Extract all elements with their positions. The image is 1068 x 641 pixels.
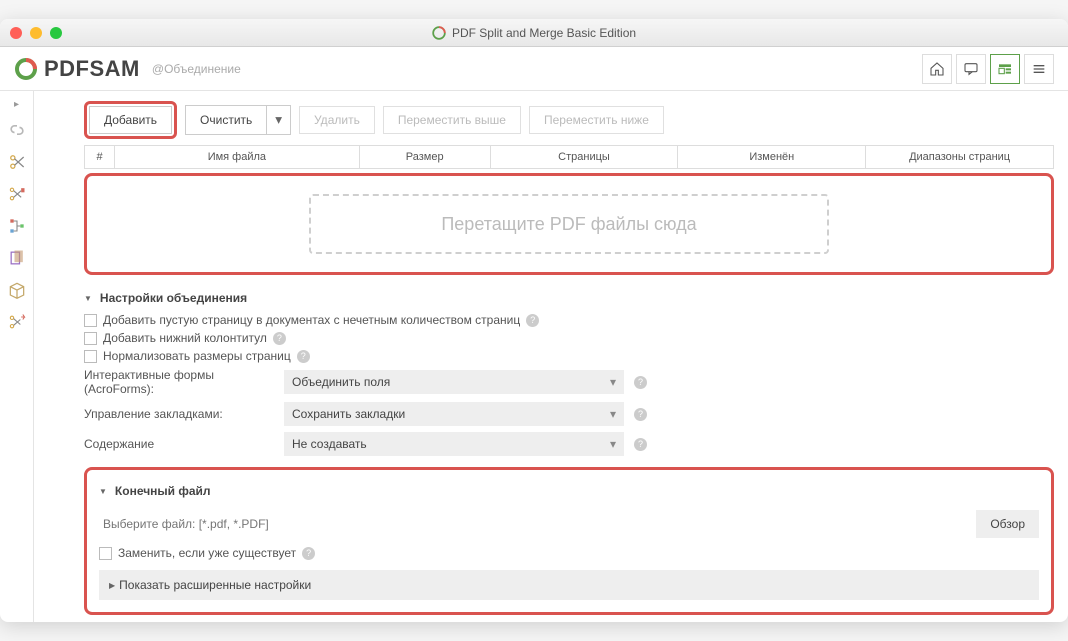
scissors-bookmark-icon — [7, 184, 27, 204]
scissors-icon — [7, 152, 27, 172]
toc-row: Содержание Не создавать ? — [84, 429, 1054, 459]
menu-icon — [1031, 61, 1047, 77]
highlight-add: Добавить — [84, 101, 177, 139]
pdfsam-logo-icon — [432, 26, 446, 40]
window: PDF Split and Merge Basic Edition PDFSAM… — [0, 19, 1068, 622]
chat-icon — [963, 61, 979, 77]
forms-row: Интерактивные формы (AcroForms): Объедин… — [84, 365, 1054, 399]
merge-settings-title: Настройки объединения — [100, 291, 247, 305]
body: ▸ Добавить Очистить ▾ Удалить Переместит… — [0, 91, 1068, 622]
clear-button[interactable]: Очистить — [185, 105, 267, 135]
clear-dropdown-button[interactable]: ▾ — [267, 105, 291, 135]
col-filename: Имя файла — [115, 146, 360, 168]
app-subtitle: @Объединение — [152, 62, 241, 76]
toc-label: Содержание — [84, 437, 274, 451]
overwrite-checkbox[interactable] — [99, 547, 112, 560]
bookmarks-label: Управление закладками: — [84, 407, 274, 421]
clear-button-group: Очистить ▾ — [185, 105, 291, 135]
help-icon[interactable]: ? — [634, 438, 647, 451]
browse-button[interactable]: Обзор — [976, 510, 1039, 538]
col-size: Размер — [360, 146, 491, 168]
advanced-label: Показать расширенные настройки — [119, 578, 311, 592]
highlight-output: Конечный файл Обзор Заменить, если уже с… — [84, 467, 1054, 615]
sidebar-item-split[interactable] — [3, 148, 31, 176]
output-title: Конечный файл — [115, 484, 211, 498]
normalize-row: Нормализовать размеры страниц ? — [84, 347, 1054, 365]
overwrite-row: Заменить, если уже существует ? — [99, 544, 1039, 562]
sidebar-item-extract[interactable] — [3, 244, 31, 272]
sidebar-item-rotate[interactable] — [3, 276, 31, 304]
drop-area-wrap: Перетащите PDF файлы сюда — [84, 173, 1054, 275]
menu-button[interactable] — [1024, 54, 1054, 84]
tree-icon — [7, 216, 27, 236]
overwrite-label: Заменить, если уже существует — [118, 546, 296, 560]
main-content: Добавить Очистить ▾ Удалить Переместить … — [34, 91, 1068, 622]
log-button[interactable] — [956, 54, 986, 84]
help-icon[interactable]: ? — [297, 350, 310, 363]
add-footer-row: Добавить нижний колонтитул ? — [84, 329, 1054, 347]
normalize-label: Нормализовать размеры страниц — [103, 349, 291, 363]
titlebar: PDF Split and Merge Basic Edition — [0, 19, 1068, 47]
help-icon[interactable]: ? — [634, 408, 647, 421]
pdfsam-logo-icon — [14, 57, 38, 81]
move-down-button: Переместить ниже — [529, 106, 664, 134]
col-ranges: Диапазоны страниц — [866, 146, 1053, 168]
box-icon — [7, 280, 27, 300]
help-icon[interactable]: ? — [634, 376, 647, 389]
highlight-dropzone: Перетащите PDF файлы сюда — [84, 173, 1054, 275]
col-modified: Изменён — [678, 146, 866, 168]
news-button[interactable] — [990, 54, 1020, 84]
merge-settings-header[interactable]: Настройки объединения — [84, 285, 1054, 311]
dropzone-label: Перетащите PDF файлы сюда — [441, 214, 696, 235]
col-number: # — [85, 146, 115, 168]
help-icon[interactable]: ? — [273, 332, 286, 345]
col-pages: Страницы — [491, 146, 679, 168]
extract-icon — [7, 248, 27, 268]
sidebar-expand-button[interactable]: ▸ — [10, 97, 23, 112]
add-blank-label: Добавить пустую страницу в документах с … — [103, 313, 520, 327]
chain-icon — [7, 120, 27, 140]
add-button[interactable]: Добавить — [89, 106, 172, 134]
add-blank-row: Добавить пустую страницу в документах с … — [84, 311, 1054, 329]
bookmarks-select[interactable]: Сохранить закладки — [284, 402, 624, 426]
bookmarks-row: Управление закладками: Сохранить закладк… — [84, 399, 1054, 429]
move-up-button: Переместить выше — [383, 106, 521, 134]
merge-settings-section: Настройки объединения Добавить пустую ст… — [84, 285, 1054, 459]
file-toolbar: Добавить Очистить ▾ Удалить Переместить … — [34, 91, 1068, 145]
bookmarks-value: Сохранить закладки — [292, 407, 405, 421]
add-footer-checkbox[interactable] — [84, 332, 97, 345]
scissors-arrow-icon — [7, 312, 27, 332]
normalize-checkbox[interactable] — [84, 350, 97, 363]
appbar: PDFSAM @Объединение — [0, 47, 1068, 91]
sidebar-item-split-bookmarks[interactable] — [3, 180, 31, 208]
window-title: PDF Split and Merge Basic Edition — [0, 26, 1068, 40]
app-name: PDFSAM — [44, 56, 140, 82]
output-header[interactable]: Конечный файл — [99, 478, 1039, 504]
home-icon — [929, 61, 945, 77]
output-file-input[interactable] — [99, 511, 968, 537]
file-table-header: # Имя файла Размер Страницы Изменён Диап… — [84, 145, 1054, 169]
logo: PDFSAM @Объединение — [14, 56, 241, 82]
forms-value: Объединить поля — [292, 375, 390, 389]
toc-value: Не создавать — [292, 437, 367, 451]
help-icon[interactable]: ? — [302, 547, 315, 560]
sidebar-item-alternate[interactable] — [3, 308, 31, 336]
output-file-row: Обзор — [99, 510, 1039, 538]
delete-button: Удалить — [299, 106, 375, 134]
forms-label: Интерактивные формы (AcroForms): — [84, 368, 274, 396]
forms-select[interactable]: Объединить поля — [284, 370, 624, 394]
dropzone[interactable]: Перетащите PDF файлы сюда — [309, 194, 829, 254]
home-button[interactable] — [922, 54, 952, 84]
help-icon[interactable]: ? — [526, 314, 539, 327]
news-icon — [997, 61, 1013, 77]
sidebar-item-split-size[interactable] — [3, 212, 31, 240]
add-footer-label: Добавить нижний колонтитул — [103, 331, 267, 345]
sidebar: ▸ — [0, 91, 34, 622]
sidebar-item-merge[interactable] — [3, 116, 31, 144]
advanced-settings-toggle[interactable]: Показать расширенные настройки — [99, 570, 1039, 600]
toc-select[interactable]: Не создавать — [284, 432, 624, 456]
add-blank-checkbox[interactable] — [84, 314, 97, 327]
